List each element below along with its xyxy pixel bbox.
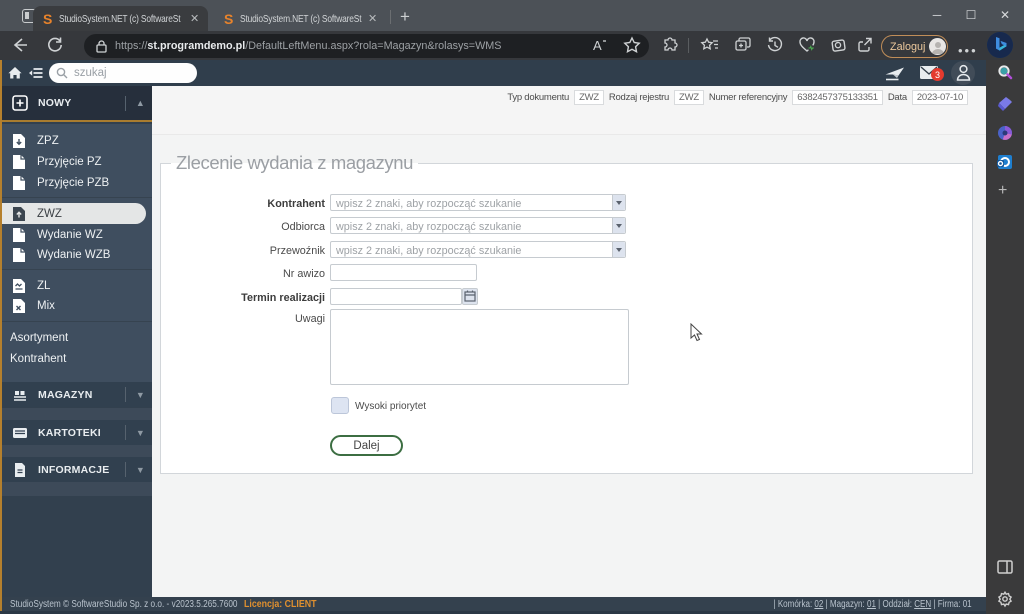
svg-text:A: A [593,38,602,53]
